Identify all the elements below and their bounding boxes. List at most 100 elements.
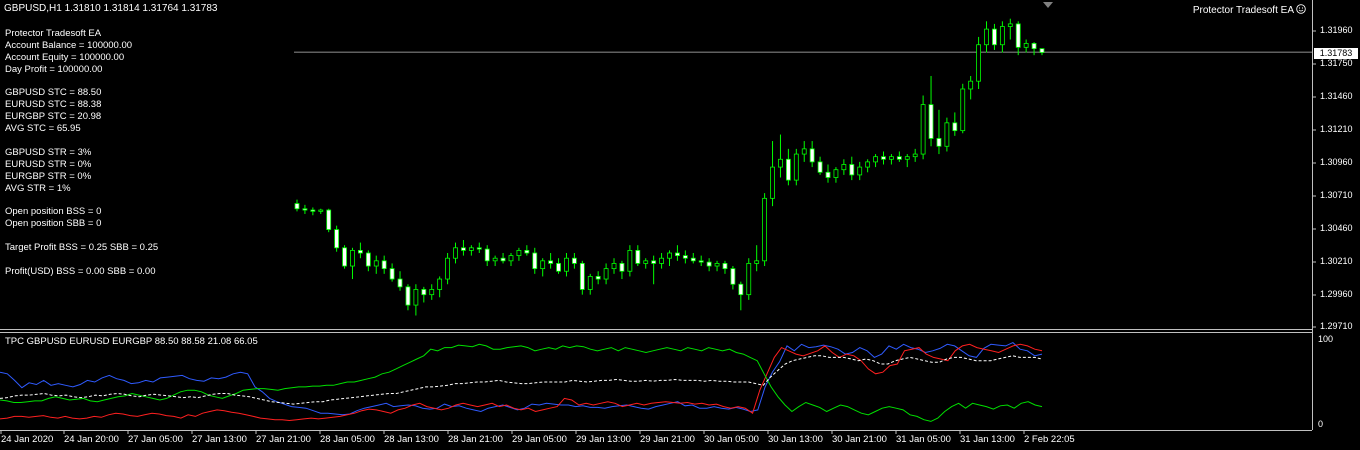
- info-line: EURUSD STC = 88.38: [5, 99, 102, 111]
- candle-body: [619, 263, 625, 272]
- candle-body: [896, 156, 902, 160]
- candle-body: [920, 104, 926, 155]
- candle-body: [421, 289, 427, 296]
- candle-body: [904, 156, 910, 160]
- candle-body: [453, 247, 458, 259]
- candle-body: [373, 260, 379, 267]
- date-tick-label: 27 Jan 05:00: [128, 434, 183, 445]
- candle-body: [928, 104, 934, 139]
- candle-body: [992, 28, 997, 46]
- candle-body: [611, 263, 617, 270]
- date-tick-label: 31 Jan 13:00: [960, 434, 1015, 445]
- candle-body: [492, 257, 498, 262]
- date-tick-label: 30 Jan 13:00: [768, 434, 823, 445]
- candle-body: [587, 276, 593, 290]
- candle-body: [817, 161, 823, 173]
- info-line: EURGBP STC = 20.98: [5, 111, 102, 123]
- candle-body: [1015, 23, 1021, 48]
- candle-body: [865, 161, 871, 168]
- candle-body: [445, 257, 450, 280]
- candle-body: [484, 248, 490, 262]
- price-tick-label: 1.30460: [1320, 223, 1353, 233]
- candle-body: [381, 260, 387, 270]
- info-line: Account Equity = 100000.00: [5, 51, 125, 63]
- date-tick-label: 24 Jan 20:00: [64, 434, 119, 445]
- info-line: AVG STC = 65.95: [5, 123, 81, 135]
- info-line: Open position BSS = 0: [5, 206, 102, 218]
- candle-body: [468, 247, 474, 251]
- expert-advisor-name: Protector Tradesoft EA: [1192, 5, 1294, 16]
- candle-body: [556, 263, 561, 272]
- info-line: [5, 230, 158, 242]
- price-tick-label: 1.30210: [1320, 256, 1353, 266]
- info-line: GBPUSD STR = 3%: [5, 146, 92, 158]
- candle-body: [516, 250, 522, 257]
- info-line: Day Profit = 100000.00: [5, 63, 103, 75]
- smiley-icon[interactable]: [1296, 4, 1306, 14]
- candle-body: [690, 257, 696, 262]
- candle-body: [762, 197, 768, 262]
- chart-canvas[interactable]: [0, 0, 1360, 450]
- date-tick-label: 29 Jan 13:00: [576, 434, 631, 445]
- price-tick-label: 1.30710: [1320, 190, 1353, 200]
- price-tick-label: 1.29710: [1320, 321, 1353, 331]
- candle-body: [476, 247, 482, 250]
- price-tick-label: 1.31210: [1320, 124, 1353, 134]
- candle-body: [793, 153, 799, 181]
- date-tick-label: 28 Jan 05:00: [320, 434, 375, 445]
- info-line: Profit(USD) BSS = 0.00 SBB = 0.00: [5, 265, 156, 277]
- candle-body: [508, 255, 514, 262]
- candle-body: [397, 278, 403, 288]
- candle-body: [999, 26, 1005, 46]
- info-line: EURUSD STR = 0%: [5, 158, 92, 170]
- candle-body: [405, 286, 411, 306]
- candle-body: [643, 260, 649, 264]
- candle-body: [770, 166, 775, 199]
- date-tick-label: 24 Jan 2020: [1, 434, 54, 445]
- candle-body: [960, 88, 966, 132]
- candle-body: [857, 166, 863, 176]
- price-tick-label: 1.31960: [1320, 25, 1353, 35]
- candle-body: [675, 252, 680, 257]
- candle-body: [358, 250, 363, 254]
- info-line: [5, 254, 158, 266]
- candle-body: [698, 260, 704, 263]
- candle-body: [682, 255, 688, 259]
- candle-body: [754, 260, 760, 264]
- candle-body: [461, 247, 466, 251]
- date-tick-label: 27 Jan 13:00: [192, 434, 247, 445]
- current-price-label: 1.31783: [1314, 48, 1358, 59]
- candle-body: [651, 260, 657, 264]
- date-tick-label: 2 Feb 22:05: [1024, 434, 1075, 445]
- candle-body: [627, 250, 633, 272]
- candle-body: [873, 156, 878, 163]
- candle-body: [326, 209, 332, 230]
- candle-body: [1039, 48, 1045, 53]
- candle-body: [603, 268, 609, 280]
- info-line: [5, 135, 158, 147]
- candle-body: [944, 122, 950, 147]
- candle-body: [809, 148, 815, 163]
- candle-body: [667, 252, 672, 259]
- candle-body: [825, 171, 831, 178]
- candle-body: [968, 80, 974, 90]
- candle-body: [548, 260, 554, 264]
- candle-body: [532, 252, 538, 270]
- candle-body: [881, 156, 886, 160]
- candle-body: [540, 260, 546, 270]
- candle-body: [350, 250, 355, 267]
- candle-body: [318, 209, 324, 212]
- candle-body: [389, 268, 395, 280]
- candle-body: [849, 164, 855, 176]
- candle-body: [801, 148, 807, 155]
- info-line: Open position SBB = 0: [5, 218, 102, 230]
- info-line: Protector Tradesoft EA: [5, 28, 102, 39]
- date-tick-label: 28 Jan 21:00: [448, 434, 503, 445]
- indicator-title: TPC GBPUSD EURUSD EURGBP 88.50 88.58 21.…: [5, 336, 258, 347]
- info-line: [5, 194, 158, 206]
- candle-body: [564, 257, 569, 272]
- candle-body: [841, 164, 847, 171]
- candle-body: [302, 208, 308, 211]
- candle-body: [738, 283, 744, 296]
- candle-body: [722, 263, 728, 270]
